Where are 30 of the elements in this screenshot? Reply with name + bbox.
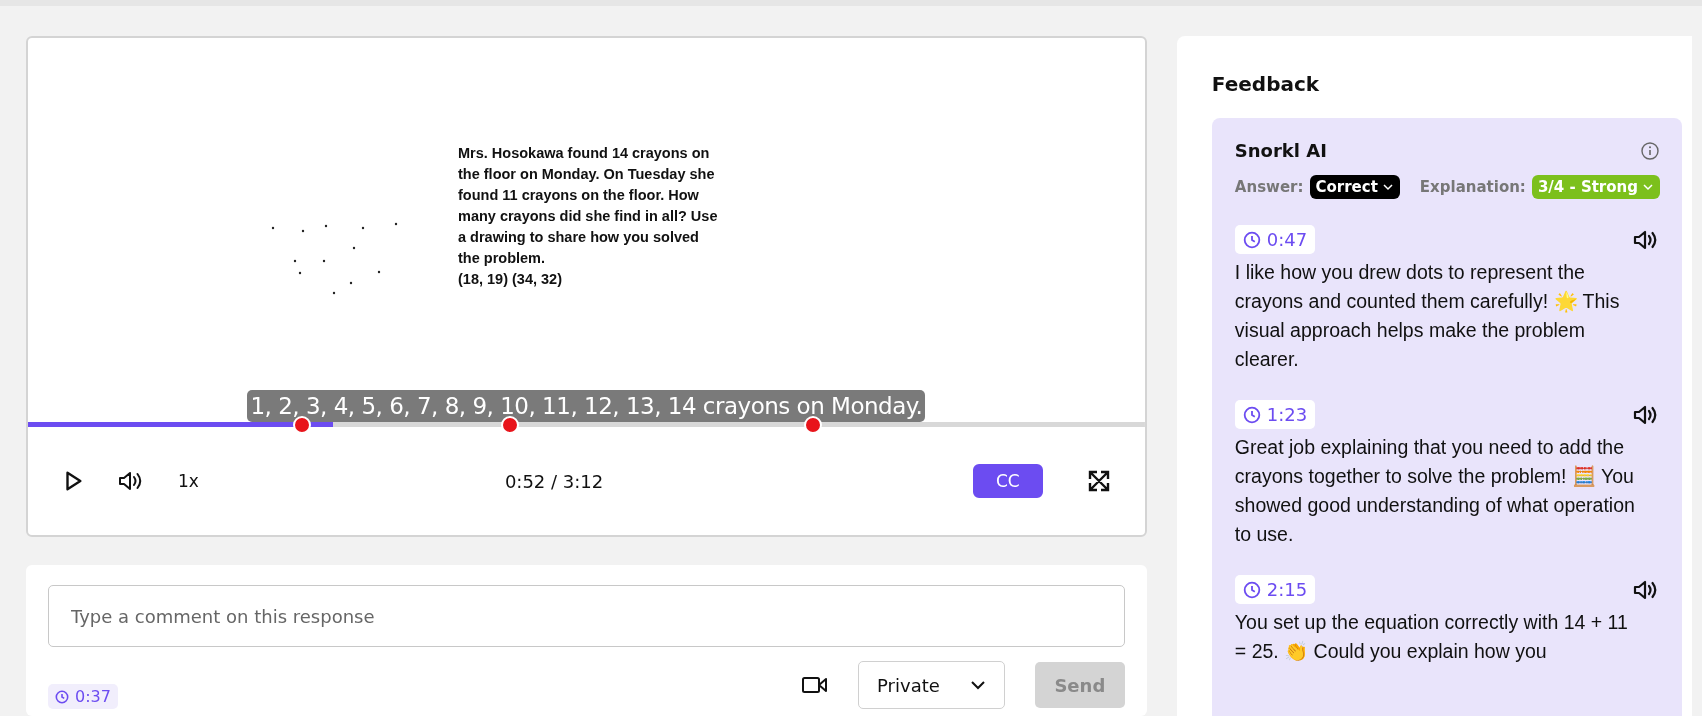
answer-label: Answer: (1234, 178, 1304, 196)
explanation-label: Explanation: (1419, 178, 1526, 196)
source-title: Snorkl AI (1234, 140, 1327, 161)
chevron-down-icon (1381, 183, 1394, 191)
feedback-text: I like how you drew dots to represent the crayons and counted them carefully! 🌟 This visual approach helps make the problem clearer. (1234, 260, 1621, 372)
coordinates-text: (18, 19) (34, 32) (458, 270, 563, 289)
timestamp-chip[interactable]: 0:47 (1234, 225, 1316, 254)
timestamp-chip[interactable]: 1:23 (1234, 400, 1316, 429)
clock-icon (55, 689, 69, 704)
clock-icon (1242, 580, 1261, 599)
feedback-text: You set up the equation correctly with 14 + 11 = 25. 👏 Could you explain how you (1234, 610, 1629, 664)
info-icon[interactable] (1640, 140, 1660, 161)
feedback-text: Great job explaining that you need to add the crayons together to solve the problem! 🧮 You showed good understanding of what operation to use. (1234, 435, 1636, 547)
feedback-title: Feedback (1211, 72, 1321, 96)
problem-text: Mrs. Hosokawa found 14 crayons on the floor on Monday. On Tuesday she found 11 crayons on the floor. How many crayons did she find in all? Use a drawing to share how you solved the problem. (458, 144, 719, 268)
video-camera-icon[interactable] (802, 676, 829, 694)
chevron-down-icon (969, 680, 986, 690)
volume-icon[interactable] (118, 470, 144, 492)
answer-dropdown[interactable]: Correct (1309, 175, 1400, 199)
captions-button[interactable]: CC (972, 464, 1043, 498)
playback-time: 0:52 / 3:12 (504, 470, 605, 492)
comment-input[interactable]: Type a comment on this response (48, 585, 1125, 647)
chevron-down-icon (1642, 183, 1654, 191)
clock-icon (1242, 405, 1261, 424)
speed-button[interactable]: 1x (178, 471, 199, 491)
timestamp-chip[interactable]: 2:15 (1234, 575, 1316, 604)
timestamp-chip[interactable]: 0:37 (48, 684, 118, 709)
visibility-dropdown[interactable]: Private (858, 661, 1005, 709)
clock-icon (1242, 230, 1261, 249)
fullscreen-icon[interactable] (1086, 469, 1111, 493)
